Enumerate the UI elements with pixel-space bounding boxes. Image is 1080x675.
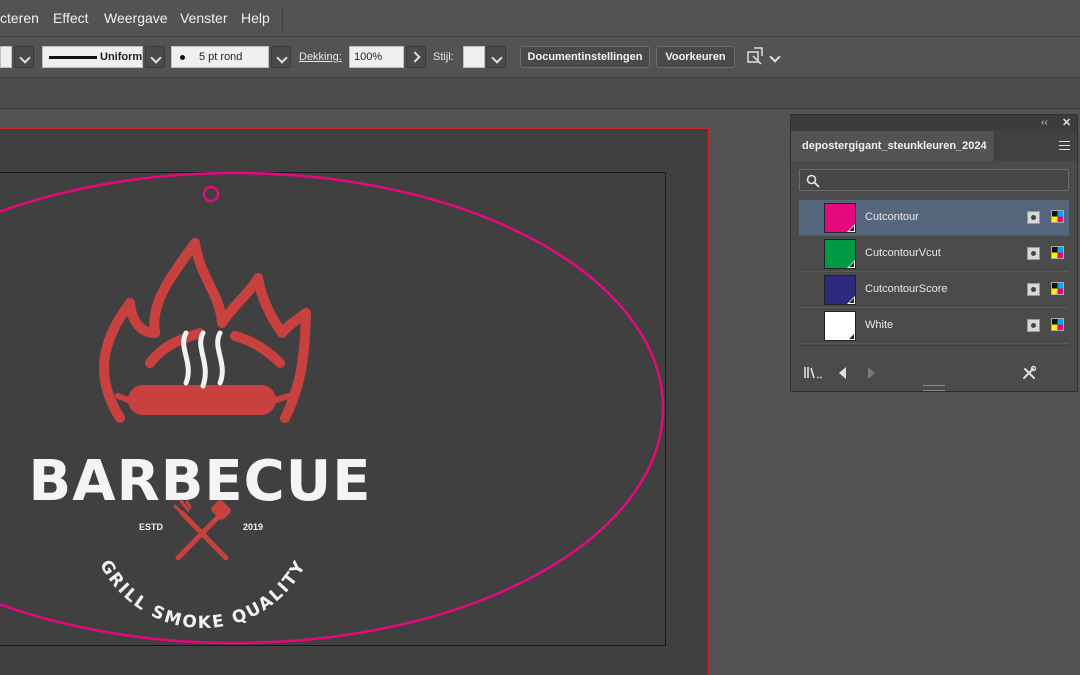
panel-titlebar: ‹‹ ✕ [791,115,1077,131]
cmyk-mode-icon [1051,282,1064,295]
cmyk-mode-icon [1051,210,1064,223]
swatch-row-cutcontourvcut[interactable]: CutcontourVcut [799,236,1069,272]
opacity-arrow-button[interactable] [406,46,426,68]
panel-tab-strip [995,131,1077,161]
previous-library-icon[interactable] [837,365,849,381]
cmyk-mode-icon [1051,246,1064,259]
swatch-row-cutcontour[interactable]: Cutcontour [799,200,1069,236]
swatch-row-cutcontourscore[interactable]: CutcontourScore [799,272,1069,308]
swatch-name: Cutcontour [865,211,919,223]
stroke-profile-value: Uniform [100,51,143,63]
menu-item-help[interactable]: Help [241,10,270,26]
chevron-down-icon [19,52,31,64]
fill-dropdown-button[interactable] [14,46,34,68]
close-panel-icon[interactable]: ✕ [1062,116,1071,129]
chevron-down-icon [150,52,162,64]
hang-hole-circle[interactable] [202,185,220,203]
arrange-documents-icon[interactable] [745,46,765,68]
cmyk-mode-icon [1051,318,1064,331]
brush-select[interactable]: 5 pt rond [171,46,269,68]
menu-bar: cteren Effect Weergave Venster Help [0,0,1080,37]
spot-color-icon [1027,283,1040,296]
spot-color-icon [1027,211,1040,224]
style-label: Stijl: [433,51,454,63]
swatch-libraries-icon[interactable] [803,365,823,381]
menu-divider [282,6,283,30]
swatch-options-tools-icon[interactable] [1021,365,1037,381]
logo-estd: ESTD [139,522,164,532]
arrange-dropdown-button[interactable] [768,46,782,68]
panel-menu-icon[interactable] [1059,141,1070,150]
panel-resize-grip[interactable] [923,385,945,391]
menu-item-weergave[interactable]: Weergave [104,10,168,26]
sausage-icon[interactable] [115,385,291,415]
fill-field-partial[interactable] [0,46,12,68]
logo-year: 2019 [243,522,263,532]
chevron-down-icon [276,52,288,64]
search-icon [806,174,820,188]
spot-color-icon [1027,247,1040,260]
control-bar: Uniform 5 pt rond Dekking: 100% Stijl: D… [0,37,1080,78]
chevron-down-icon [491,52,503,64]
menu-item-venster[interactable]: Venster [180,10,227,26]
swatch-name: CutcontourScore [865,283,948,295]
menu-item-objecteren[interactable]: cteren [0,10,39,26]
document-settings-button[interactable]: Documentinstellingen [520,46,650,68]
brush-value: 5 pt rond [199,51,243,63]
swatch-list-end [799,345,1069,362]
swatch-row-white[interactable]: White [799,308,1069,344]
chevron-down-icon [769,51,781,63]
opacity-input[interactable]: 100% [349,46,404,68]
logo-arc-text: GRILL SMOKE QUALITY [95,557,310,634]
logo-title[interactable]: BARBECUE [29,449,372,514]
swatches-panel: ‹‹ ✕ depostergigant_steunkleuren_2024 Cu… [790,114,1078,392]
menu-item-effect[interactable]: Effect [53,10,89,26]
preferences-button[interactable]: Voorkeuren [656,46,735,68]
panel-tab-library[interactable]: depostergigant_steunkleuren_2024 [791,131,995,161]
stroke-profile-select[interactable]: Uniform [42,46,143,68]
chevron-right-icon [409,51,421,63]
swatch-name: White [865,319,894,331]
brush-dot-icon [180,55,185,60]
opacity-label[interactable]: Dekking: [299,51,342,63]
spot-color-icon [1027,319,1040,332]
swatch-chip [824,275,856,305]
document-tab-strip [0,78,1080,109]
brush-dropdown-button[interactable] [271,46,291,68]
artwork-canvas: BARBECUE ESTD 2019 GRILL SMOKE QUALITY [0,171,665,645]
swatch-chip [824,239,856,269]
stroke-line-preview [49,56,97,59]
swatch-chip [824,203,856,233]
style-dropdown-button[interactable] [486,46,506,68]
swatch-name: CutcontourVcut [865,247,941,259]
panel-footer [791,361,1077,387]
collapse-panel-icon[interactable]: ‹‹ [1041,117,1048,128]
swatch-search-input[interactable] [799,169,1069,191]
swatch-chip [824,311,856,341]
style-swatch[interactable] [463,46,485,68]
stroke-profile-dropdown-button[interactable] [145,46,165,68]
next-library-icon[interactable] [865,365,877,381]
